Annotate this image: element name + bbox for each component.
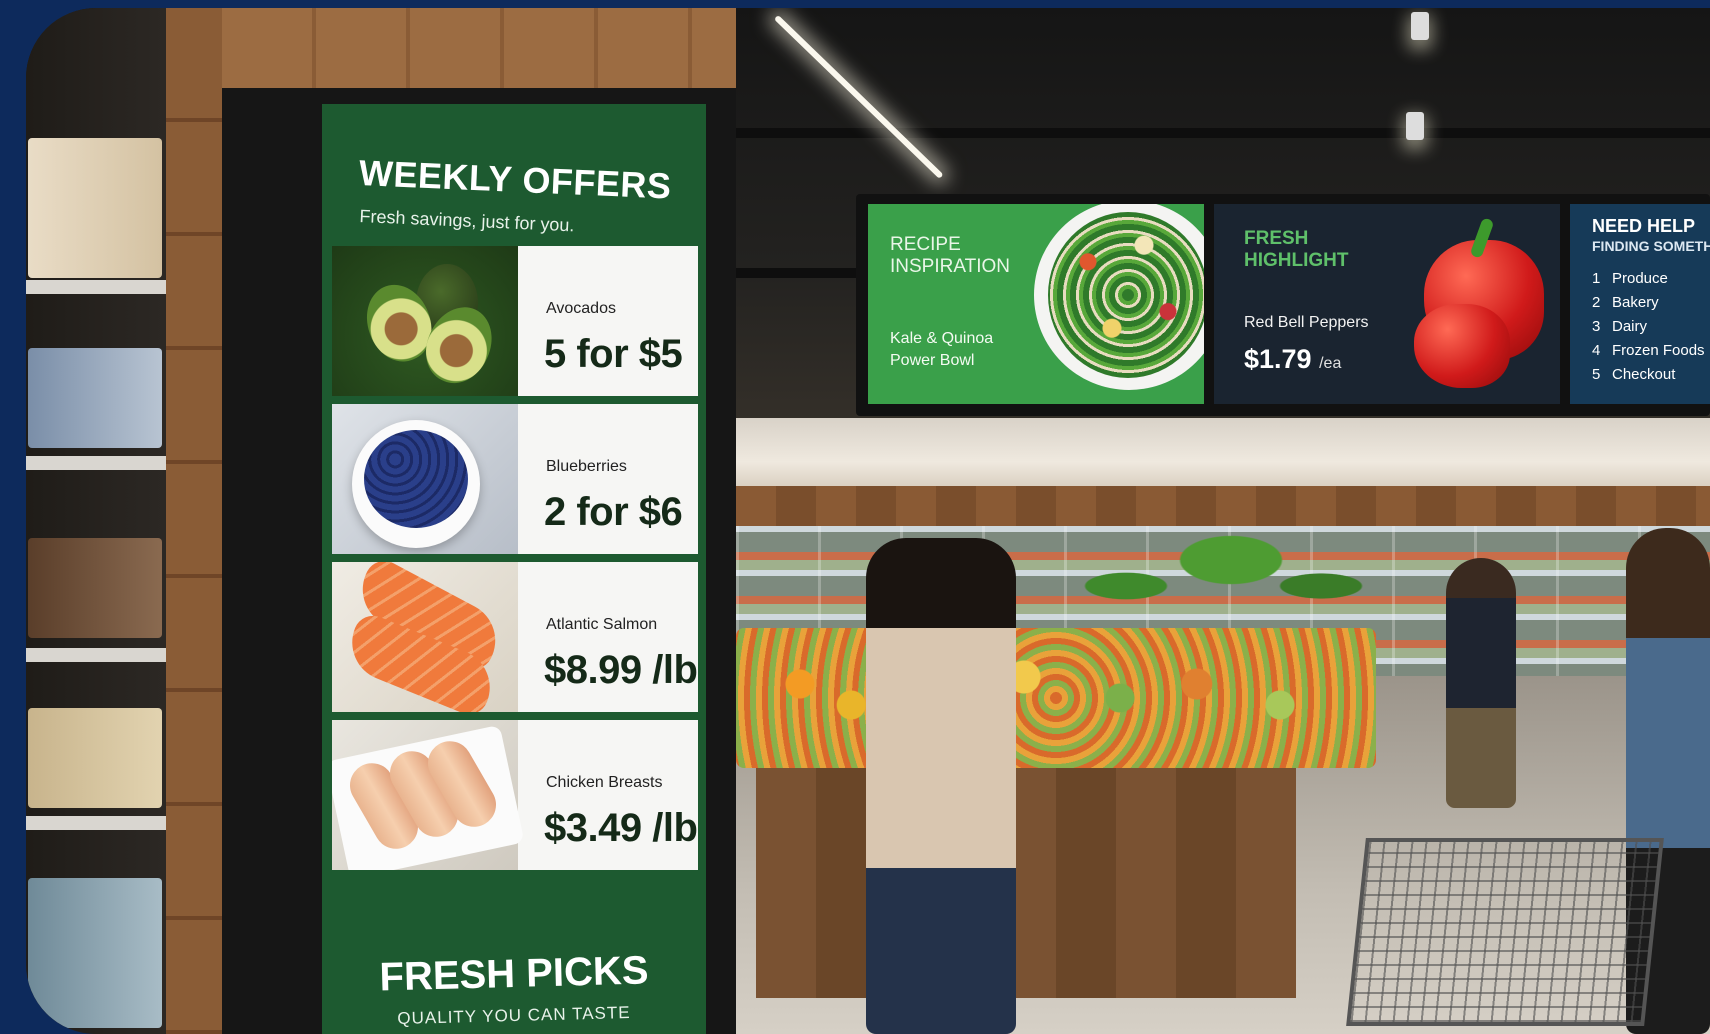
offer-price: 5 for $5 <box>544 332 683 376</box>
aisle-item: 4 Frozen Foods <box>1592 342 1705 366</box>
fresh-price-value: $1.79 <box>1244 344 1312 374</box>
berries <box>364 430 468 528</box>
avocado-icon <box>332 246 518 396</box>
fresh-highlight-sign: FRESH HIGHLIGHT Red Bell Peppers $1.79 /… <box>1214 204 1560 404</box>
aisle-label: Produce <box>1612 270 1668 287</box>
offer-card-avocados: Avocados 5 for $5 <box>332 246 698 396</box>
fresh-item-name: Red Bell Peppers <box>1244 314 1369 331</box>
fresh-picks-subtitle: QUALITY YOU CAN TASTE <box>397 1002 631 1029</box>
shelf-products <box>28 878 162 1028</box>
shelf-products <box>28 348 162 448</box>
shelf-edge <box>26 648 166 662</box>
offers-title: WEEKLY OFFERS <box>358 152 673 207</box>
offer-name: Blueberries <box>546 458 627 475</box>
fresh-item-price: $1.79 /ea <box>1244 344 1341 375</box>
shelf-edge <box>26 816 166 830</box>
help-heading: NEED HELP <box>1592 216 1696 236</box>
pepper-small <box>1414 304 1510 388</box>
aisle-label: Bakery <box>1612 294 1659 311</box>
offer-card-chicken: Chicken Breasts $3.49 /lb <box>332 720 698 870</box>
help-subheading: FINDING SOMETH <box>1592 238 1710 254</box>
ceiling-beam <box>726 128 1710 138</box>
aisle-item: 1 Produce <box>1592 270 1705 294</box>
need-help-sign: NEED HELP FINDING SOMETH 1 Produce 2 Baker… <box>1570 204 1710 404</box>
offer-card-salmon: Atlantic Salmon $8.99 /lb <box>332 562 698 712</box>
recipe-heading: RECIPE INSPIRATION <box>890 234 1010 277</box>
aisle-number: 3 <box>1592 318 1601 335</box>
wood-pillar <box>166 8 222 1034</box>
aisle-label: Checkout <box>1612 366 1676 383</box>
shelf-products <box>28 138 162 278</box>
produce-stand <box>756 768 1296 998</box>
blueberries-icon <box>332 404 518 554</box>
offer-card-blueberries: Blueberries 2 for $6 <box>332 404 698 554</box>
kiosk-wood-top <box>222 8 736 88</box>
recipe-inspiration-sign: RECIPE INSPIRATION Kale & Quinoa Power B… <box>868 204 1204 404</box>
shelf-products <box>28 538 162 638</box>
aisle-number: 2 <box>1592 294 1601 311</box>
aisle-item: 2 Bakery <box>1592 294 1705 318</box>
aisle-list: 1 Produce 2 Bakery 3 Dairy 4 Frozen Foods 5C… <box>1592 270 1705 390</box>
weekly-offers-screen: WEEKLY OFFERS Fresh savings, just for yo… <box>322 104 706 1034</box>
shelf-products <box>28 708 162 808</box>
offer-name: Avocados <box>546 300 616 317</box>
salad <box>1048 212 1204 378</box>
aisle-number: 1 <box>1592 270 1601 287</box>
fresh-price-unit: /ea <box>1319 355 1342 372</box>
shopper-man <box>1446 558 1516 808</box>
fresh-heading: FRESH HIGHLIGHT <box>1244 228 1349 271</box>
aisle-number: 5 <box>1592 366 1601 383</box>
offer-price: 2 for $6 <box>544 490 683 534</box>
offer-price: $3.49 /lb <box>544 806 698 850</box>
shelf-edge <box>26 280 166 294</box>
produce-display <box>736 628 1376 768</box>
chicken-icon <box>332 720 525 870</box>
salmon-icon <box>332 562 518 712</box>
aisle-item: 3 Dairy <box>1592 318 1705 342</box>
fresh-picks-title: FRESH PICKS <box>378 948 649 1000</box>
offer-name: Atlantic Salmon <box>546 616 658 633</box>
shopper-woman <box>866 538 1016 1034</box>
produce-plants <box>1066 508 1366 638</box>
shopping-cart <box>1346 838 1664 1026</box>
aisle-item: 5 Checkout <box>1592 366 1705 390</box>
ceiling-spotlight <box>1406 112 1424 140</box>
aisle-label: Dairy <box>1612 318 1648 335</box>
aisle-label: Frozen Foods <box>1612 342 1705 359</box>
shelf-edge <box>26 456 166 470</box>
aisle-number: 4 <box>1592 342 1601 359</box>
offer-price: $8.99 /lb <box>544 648 698 692</box>
left-shelving <box>26 8 166 1034</box>
ceiling-spotlight <box>1411 12 1429 40</box>
store-photo-frame: WEEKLY OFFERS Fresh savings, just for yo… <box>26 8 1710 1034</box>
ceiling-light <box>773 14 944 179</box>
offer-name: Chicken Breasts <box>546 774 663 791</box>
recipe-dish: Kale & Quinoa Power Bowl <box>890 330 994 369</box>
offers-subtitle: Fresh savings, just for you. <box>359 206 575 236</box>
